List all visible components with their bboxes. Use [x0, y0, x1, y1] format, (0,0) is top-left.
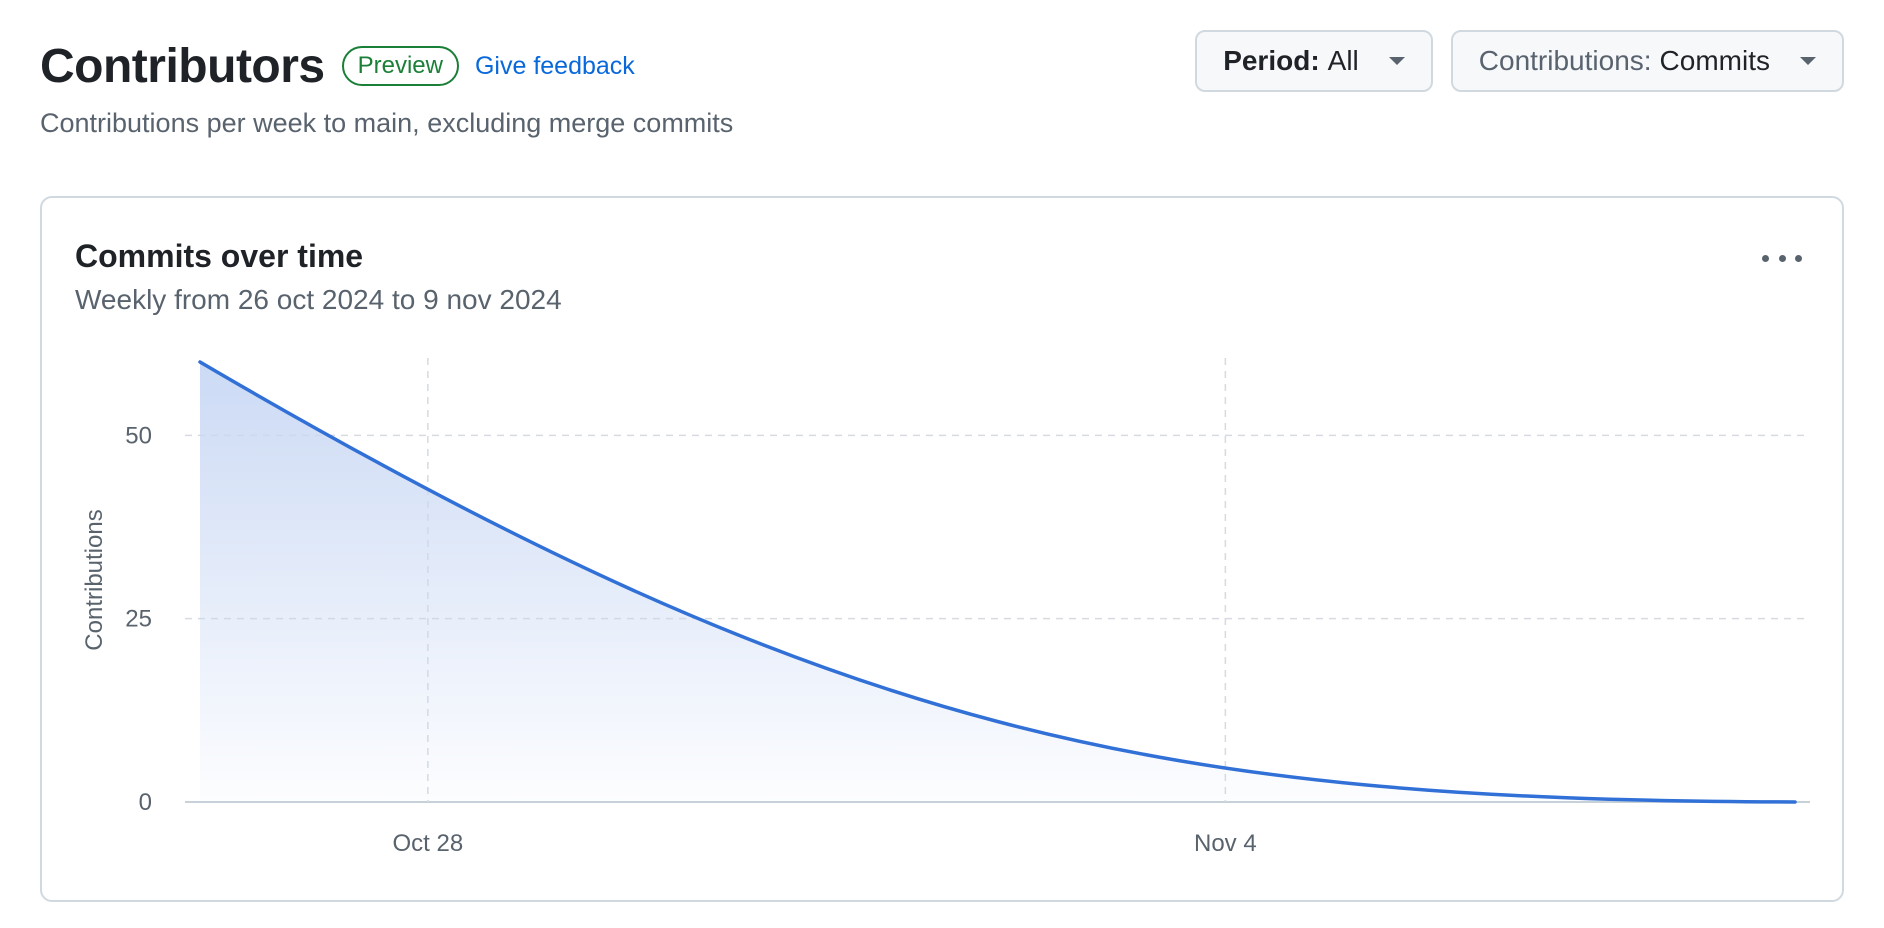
contributions-dropdown-key: Contributions: — [1478, 45, 1652, 76]
page-subtitle: Contributions per week to main, excludin… — [40, 108, 734, 138]
y-tick-label: 25 — [125, 606, 152, 633]
commits-chart-card: Commits over time Weekly from 26 oct 202… — [40, 196, 1844, 902]
x-tick-label: Oct 28 — [393, 830, 464, 857]
contributions-dropdown-value: Commits — [1659, 45, 1770, 76]
period-dropdown[interactable]: Period: All — [1195, 30, 1433, 92]
give-feedback-link[interactable]: Give feedback — [475, 52, 635, 81]
y-axis-title: Contributions — [81, 509, 108, 650]
period-dropdown-key: Period: — [1223, 45, 1320, 76]
triangle-down-icon — [1388, 57, 1405, 65]
page-title: Contributors — [40, 39, 325, 93]
preview-badge: Preview — [341, 46, 459, 86]
contributions-dropdown[interactable]: Contributions: Commits — [1450, 30, 1844, 92]
x-tick-label: Nov 4 — [1194, 830, 1257, 857]
y-tick-label: 50 — [125, 422, 152, 449]
period-dropdown-value: All — [1327, 45, 1359, 76]
triangle-down-icon — [1800, 57, 1816, 65]
commits-area-chart: 0 25 50 Oct 28 Nov 4 Contributions — [81, 358, 1810, 857]
y-tick-label: 0 — [139, 789, 152, 816]
series-area-fill — [200, 362, 1795, 802]
filter-controls: Period: All Contributions: Commits — [1195, 30, 1844, 92]
